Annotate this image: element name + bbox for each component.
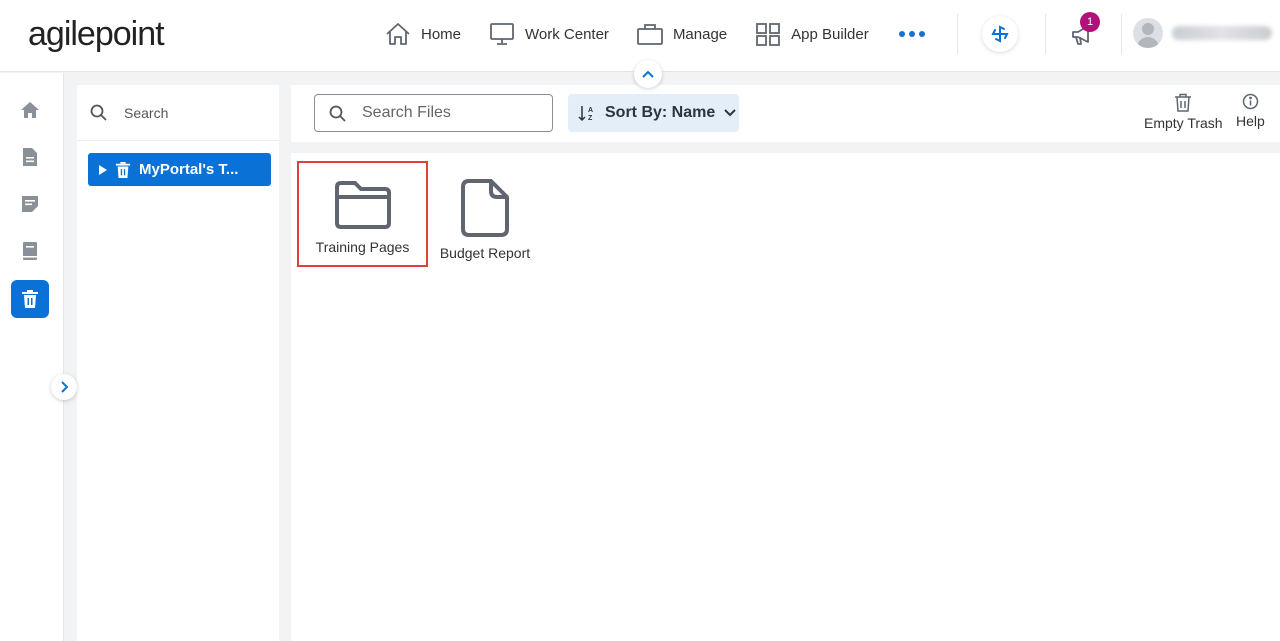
sort-button[interactable]: AZ Sort By: Name	[568, 94, 739, 132]
folder-icon	[334, 181, 391, 229]
file-item[interactable]: Budget Report	[435, 161, 535, 267]
nav-work-center[interactable]: Work Center	[489, 22, 609, 46]
header-divider	[1121, 14, 1122, 54]
trash-icon	[115, 161, 131, 178]
trash-icon	[22, 290, 38, 308]
help-button[interactable]: Help	[1236, 93, 1265, 129]
file-name: Budget Report	[439, 245, 531, 261]
sort-label: Sort By: Name	[605, 104, 716, 121]
file-name: Training Pages	[315, 239, 410, 255]
collapse-header-button[interactable]	[634, 60, 662, 88]
nav-manage[interactable]: Manage	[637, 22, 727, 46]
more-dots-icon[interactable]	[898, 31, 925, 37]
tree-node-label: MyPortal's T...	[139, 161, 239, 178]
svg-text:A: A	[588, 107, 593, 114]
nav-app-builder[interactable]: App Builder	[755, 22, 869, 46]
trash-outline-icon	[1175, 93, 1192, 112]
home-icon	[21, 102, 39, 118]
svg-text:Z: Z	[588, 115, 593, 122]
rail-forms[interactable]	[11, 185, 49, 223]
agilepoint-logo[interactable]: agilepoint	[28, 14, 165, 54]
chevron-down-icon	[724, 109, 736, 117]
search-icon	[90, 104, 107, 121]
folder-item[interactable]: Training Pages	[297, 161, 428, 267]
nav-manage-label: Manage	[672, 25, 728, 43]
grid-icon	[756, 23, 781, 46]
tree-node-trash[interactable]: MyPortal's T...	[88, 153, 271, 186]
empty-trash-label: Empty Trash	[1144, 115, 1223, 131]
left-icon-rail	[0, 73, 64, 641]
expand-rail-button[interactable]	[51, 374, 77, 400]
expand-caret-icon[interactable]	[99, 164, 107, 175]
user-name-redacted[interactable]	[1172, 26, 1272, 40]
folder-tree-panel: Search MyPortal's T...	[77, 85, 279, 641]
home-icon	[386, 23, 410, 45]
main-nav: Home Work Center Manage App Builder	[385, 18, 925, 50]
nav-home-label: Home	[421, 25, 462, 43]
monitor-icon	[490, 23, 514, 45]
rail-home[interactable]	[11, 91, 49, 129]
rail-trash[interactable]	[11, 280, 49, 318]
tree-search[interactable]: Search	[77, 85, 279, 141]
pinwheel-icon	[991, 25, 1009, 43]
chevron-right-icon	[61, 381, 68, 393]
nav-work-center-label: Work Center	[525, 25, 609, 43]
search-files-box[interactable]	[314, 94, 553, 132]
rail-documents[interactable]	[11, 138, 49, 176]
search-icon	[329, 105, 346, 122]
rail-library[interactable]	[11, 232, 49, 270]
ai-assistant-button[interactable]	[982, 16, 1018, 52]
nav-app-builder-label: App Builder	[791, 25, 869, 43]
book-icon	[23, 242, 37, 260]
chevron-up-icon	[642, 70, 654, 78]
header-divider	[957, 14, 958, 54]
empty-trash-button[interactable]: Empty Trash	[1144, 93, 1223, 131]
avatar[interactable]	[1133, 18, 1163, 48]
header-divider	[1045, 14, 1046, 54]
help-label: Help	[1236, 113, 1265, 129]
file-icon	[461, 179, 509, 237]
tree-search-label: Search	[124, 104, 169, 121]
document-icon	[23, 148, 37, 166]
form-icon	[22, 196, 38, 212]
info-icon	[1242, 93, 1259, 110]
sort-az-icon: AZ	[578, 106, 593, 122]
nav-home[interactable]: Home	[385, 22, 461, 46]
logo-text: agilepoint	[28, 15, 165, 53]
search-files-input[interactable]	[362, 104, 532, 122]
briefcase-icon	[637, 24, 663, 45]
files-area: Training Pages Budget Report	[291, 153, 1280, 641]
file-toolbar: AZ Sort By: Name Empty Trash Help	[291, 85, 1280, 142]
notification-badge: 1	[1080, 12, 1100, 32]
